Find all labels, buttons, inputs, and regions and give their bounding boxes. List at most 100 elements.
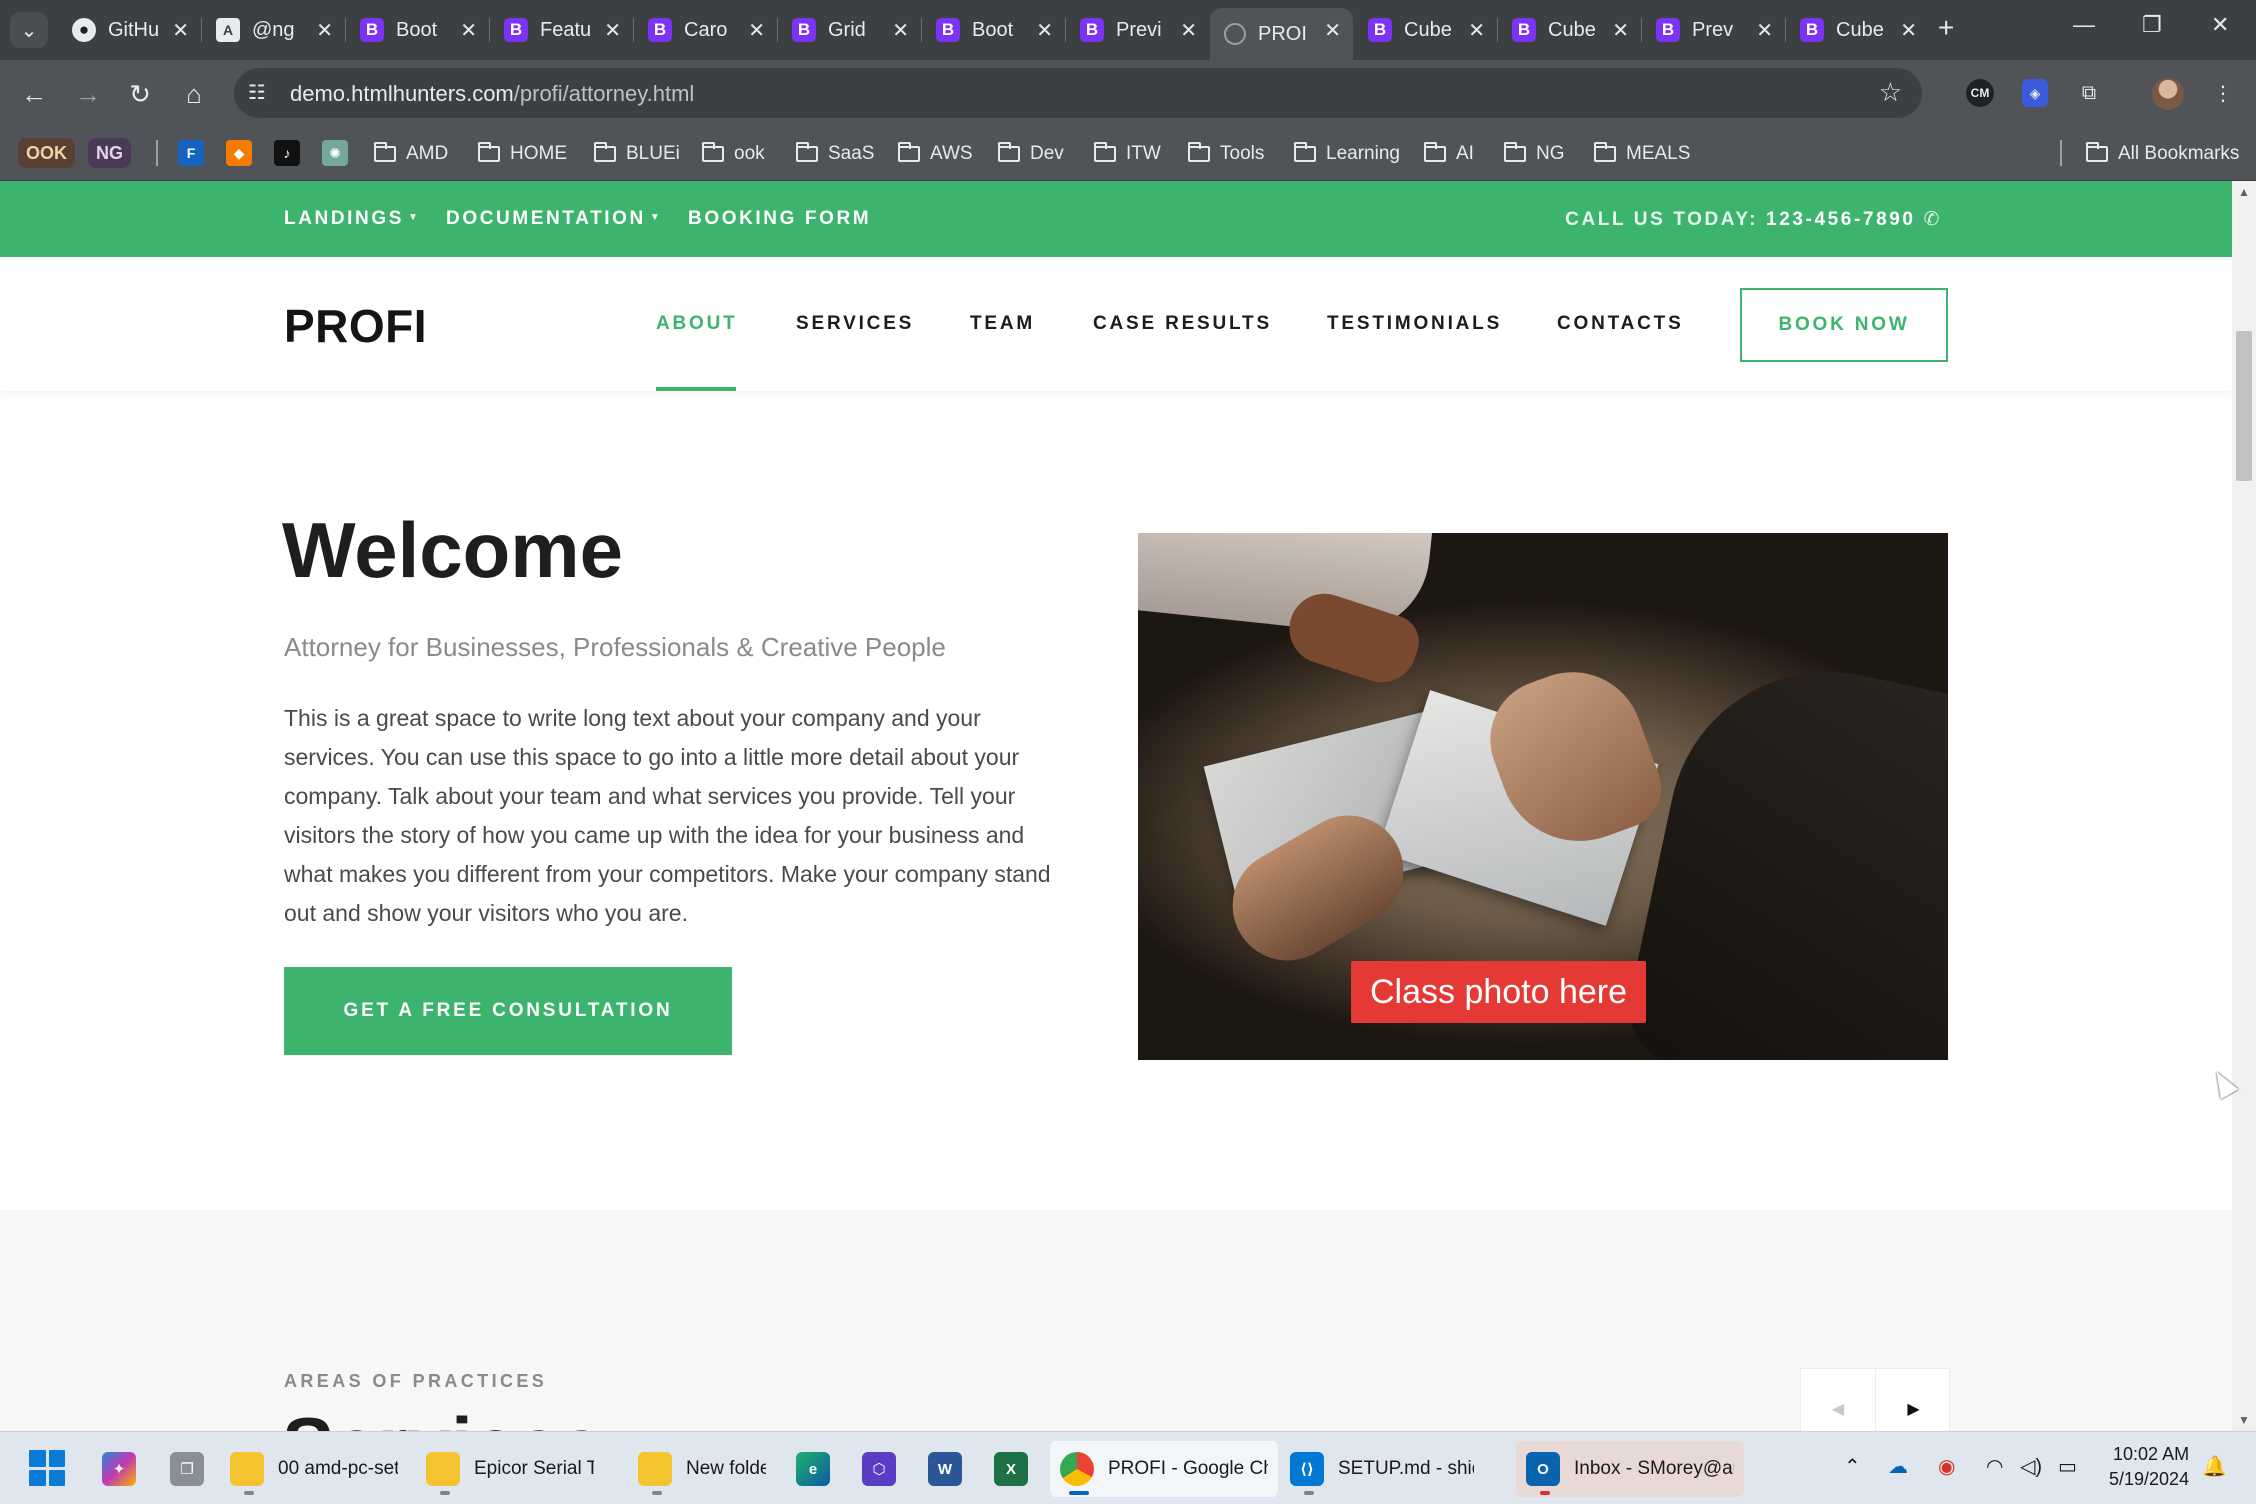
- minimize-button[interactable]: —: [2073, 12, 2095, 38]
- page-scrollbar[interactable]: ▲ ▼: [2232, 181, 2256, 1431]
- taskbar-app[interactable]: PROFI - Google Chr: [1050, 1441, 1278, 1497]
- forward-button[interactable]: →: [70, 76, 106, 112]
- system-clock[interactable]: 10:02 AM 5/19/2024: [2109, 1442, 2189, 1492]
- new-tab-button[interactable]: +: [1938, 12, 1954, 44]
- start-button[interactable]: [29, 1450, 65, 1486]
- address-bar[interactable]: ☷ demo.htmlhunters.com/profi/attorney.ht…: [234, 68, 1922, 118]
- close-window-button[interactable]: ✕: [2211, 12, 2229, 38]
- site-info-icon[interactable]: ☷: [248, 80, 274, 106]
- folder-icon: [594, 142, 616, 162]
- scroll-up-icon[interactable]: ▲: [2238, 185, 2250, 199]
- close-icon[interactable]: ✕: [316, 18, 333, 43]
- bookmark-star-icon[interactable]: ☆: [1879, 77, 1902, 108]
- bookmark-folder-tools[interactable]: Tools: [1188, 139, 1264, 169]
- scroll-down-icon[interactable]: ▼: [2238, 1413, 2250, 1427]
- tab[interactable]: B Cube ✕: [1786, 8, 1929, 52]
- running-indicator: [1540, 1491, 1550, 1495]
- battery-icon[interactable]: ▭: [2058, 1454, 2077, 1479]
- close-icon[interactable]: ✕: [1612, 18, 1629, 43]
- bookmark-folder-ng[interactable]: NG: [1504, 139, 1565, 169]
- clock-time: 10:02 AM: [2113, 1444, 2190, 1464]
- word-taskbar-button[interactable]: W: [918, 1441, 986, 1497]
- close-icon[interactable]: ✕: [892, 18, 909, 43]
- reload-button[interactable]: ↻: [122, 76, 158, 112]
- profile-avatar[interactable]: [2152, 78, 2184, 110]
- kebab-menu-icon[interactable]: ⋮: [2204, 74, 2242, 112]
- bookmark-folder-dev[interactable]: Dev: [998, 139, 1064, 169]
- close-icon[interactable]: ✕: [1756, 18, 1773, 43]
- taskbar-app[interactable]: Epicor Serial Tracl: [416, 1441, 604, 1497]
- close-icon[interactable]: ✕: [460, 18, 477, 43]
- back-button[interactable]: ←: [16, 76, 52, 112]
- close-icon[interactable]: ✕: [1180, 18, 1197, 43]
- edge-taskbar-button[interactable]: e: [786, 1441, 854, 1497]
- excel-taskbar-button[interactable]: X: [984, 1441, 1052, 1497]
- bookmark-folder-aws[interactable]: AWS: [898, 139, 973, 169]
- tab[interactable]: B Cube ✕: [1354, 8, 1498, 52]
- url-text[interactable]: demo.htmlhunters.com/profi/attorney.html: [290, 81, 694, 107]
- restore-button[interactable]: ❐: [2142, 12, 2162, 38]
- tab[interactable]: B Grid ✕: [778, 8, 922, 52]
- all-bookmarks[interactable]: All Bookmarks: [2086, 139, 2239, 169]
- tab[interactable]: B Prev ✕: [1642, 8, 1786, 52]
- tab-active[interactable]: PROI ✕: [1210, 8, 1353, 60]
- carousel-next-button[interactable]: ▶: [1876, 1369, 1951, 1431]
- chrome-tray-icon[interactable]: ◉: [1938, 1454, 1955, 1479]
- copilot-taskbar-button[interactable]: ✦: [92, 1441, 160, 1497]
- close-icon[interactable]: ✕: [172, 18, 189, 43]
- tab[interactable]: A @ng ✕: [202, 8, 346, 52]
- bookmark-folder-ook[interactable]: ook: [702, 139, 765, 169]
- tab[interactable]: B Caro ✕: [634, 8, 778, 52]
- tiktok-bookmark-icon[interactable]: ♪: [274, 140, 300, 166]
- bookmark-folder-bluei[interactable]: BLUEi: [594, 139, 680, 169]
- page-viewport: LANDINGS ▼ DOCUMENTATION ▼ BOOKING FORM CA…: [0, 181, 2232, 1431]
- home-button[interactable]: ⌂: [176, 76, 212, 112]
- bookmark-folder-amd[interactable]: AMD: [374, 139, 448, 169]
- close-icon[interactable]: ✕: [1468, 18, 1485, 43]
- carousel-prev-button[interactable]: ◀: [1801, 1369, 1876, 1431]
- taskbar-app[interactable]: ⟨⟩ SETUP.md - shidok: [1280, 1441, 1484, 1497]
- free-consultation-button[interactable]: GET A FREE CONSULTATION: [284, 967, 732, 1055]
- extension-icon[interactable]: CM: [1966, 79, 1994, 107]
- box-bookmark-icon[interactable]: ◆: [226, 140, 252, 166]
- folder-icon: [1188, 142, 1210, 162]
- bookmark-folder-learning[interactable]: Learning: [1294, 139, 1400, 169]
- bookmark-folder-saas[interactable]: SaaS: [796, 139, 874, 169]
- tab[interactable]: B Boot ✕: [346, 8, 490, 52]
- tab[interactable]: B Boot ✕: [922, 8, 1066, 52]
- bookmark-ng[interactable]: NG: [88, 138, 131, 168]
- puzzle-icon[interactable]: ⧉: [2070, 74, 2108, 112]
- tab-search-button[interactable]: ⌄: [10, 12, 48, 48]
- close-icon[interactable]: ✕: [1324, 18, 1341, 43]
- tab-label: @ng: [252, 18, 295, 41]
- tab[interactable]: B Previ ✕: [1066, 8, 1209, 52]
- taskbar-app[interactable]: 00 amd-pc-set: [220, 1441, 408, 1497]
- bootstrap-icon: B: [360, 18, 384, 42]
- close-icon[interactable]: ✕: [1900, 18, 1917, 43]
- bookmark-label: Learning: [1326, 143, 1400, 164]
- chevron-up-icon[interactable]: ⌃: [1844, 1454, 1861, 1479]
- taskbar-app[interactable]: O Inbox - SMorey@au: [1516, 1441, 1744, 1497]
- close-icon[interactable]: ✕: [1036, 18, 1053, 43]
- bookmark-folder-ai[interactable]: AI: [1424, 139, 1474, 169]
- app-taskbar-button[interactable]: ⬡: [852, 1441, 920, 1497]
- task-view-button[interactable]: ❐: [160, 1441, 228, 1497]
- onedrive-icon[interactable]: ☁: [1888, 1454, 1908, 1479]
- bookmark-folder-itw[interactable]: ITW: [1094, 139, 1161, 169]
- notification-bell-icon[interactable]: 🔔: [2202, 1454, 2227, 1479]
- wifi-icon[interactable]: ◠: [1986, 1454, 2003, 1479]
- tab[interactable]: B Featu ✕: [490, 8, 634, 52]
- volume-icon[interactable]: ◁): [2020, 1454, 2042, 1479]
- f-bookmark-icon[interactable]: F: [178, 140, 204, 166]
- close-icon[interactable]: ✕: [604, 18, 621, 43]
- bookmark-ook[interactable]: OOK: [18, 138, 76, 168]
- close-icon[interactable]: ✕: [748, 18, 765, 43]
- tab[interactable]: ● GitHub ✕: [58, 8, 202, 52]
- shield-extension-icon[interactable]: ◈: [2022, 79, 2048, 107]
- chatgpt-bookmark-icon[interactable]: ✺: [322, 140, 348, 166]
- bookmark-folder-home[interactable]: HOME: [478, 139, 567, 169]
- taskbar-app[interactable]: New folde: [628, 1441, 776, 1497]
- bookmark-folder-meals[interactable]: MEALS: [1594, 139, 1690, 169]
- scrollbar-thumb[interactable]: [2236, 331, 2252, 481]
- tab[interactable]: B Cube ✕: [1498, 8, 1642, 52]
